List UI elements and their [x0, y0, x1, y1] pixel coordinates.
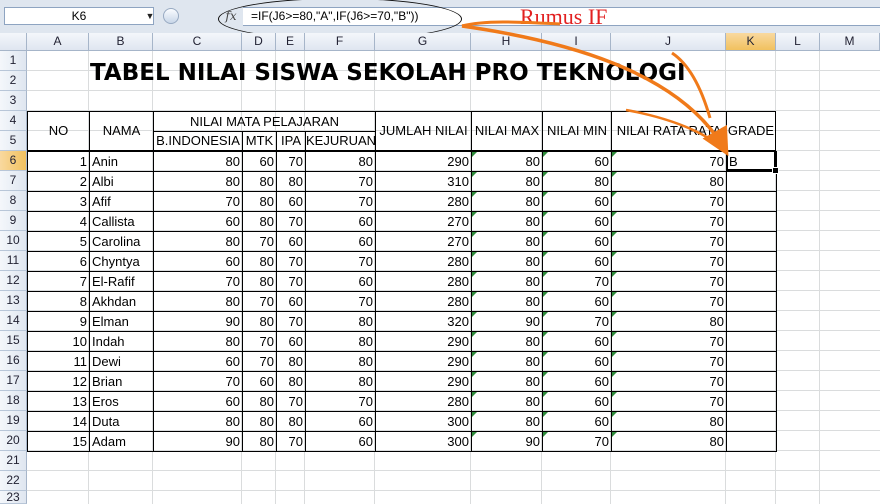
arrow-to-formula — [461, 20, 561, 28]
annotation-arrows — [461, 20, 729, 157]
arrow-to-grade-cell — [461, 24, 729, 157]
